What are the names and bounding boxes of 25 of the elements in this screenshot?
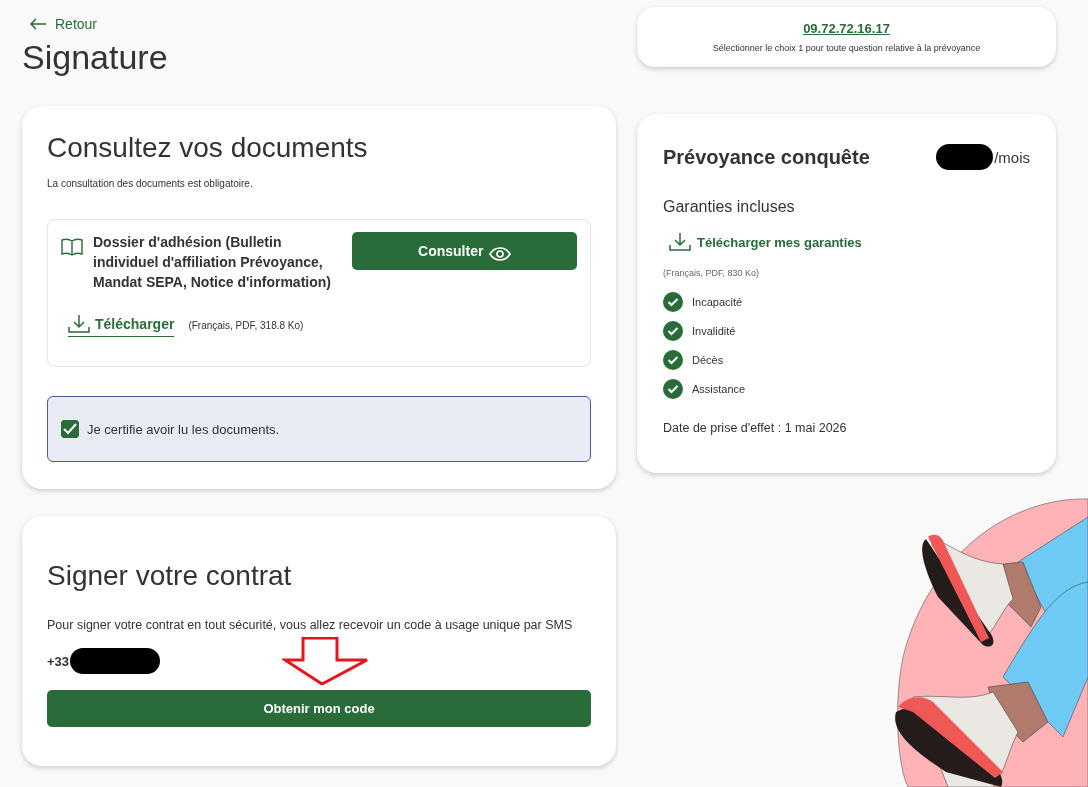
phone-link[interactable]: 09.72.72.16.17 [803,21,890,36]
card-title: Signer votre contrat [47,560,293,592]
document-name: Dossier d'adhésion (Bulletin individuel d'affiliation Prévoyance, Mandat SEPA, Notice d'information) [93,233,332,292]
page-title: Signature [22,38,169,77]
back-link[interactable]: Retour [29,16,98,32]
guarantee-item: Assistance [692,383,746,395]
effective-date: Date de prise d'effet : 1 mai 2026 [663,421,848,435]
signing-text: Pour signer votre contrat en tout sécurité, vous allez recevoir un code à usage unique par SMS [47,618,574,632]
file-info: (Français, PDF, 318.8 Ko) [188,320,304,331]
download-link[interactable]: Télécharger [68,314,175,337]
price-unit: /mois [994,148,1030,166]
contact-note: Sélectionner le choix 1 pour toute question relative à la prévoyance [712,43,981,53]
checkbox-label: Je certifie avoir lu les documents. [87,421,280,437]
card-title: Consultez vos documents [47,132,369,164]
guarantee-item: Invalidité [692,325,736,337]
file-info: (Français, PDF, 830 Ko) [663,268,761,278]
consult-button[interactable]: Consulter [352,232,577,270]
guarantees-heading: Garanties incluses [663,198,796,216]
offer-title: Prévoyance conquête [663,145,870,169]
card-subtitle: La consultation des documents est obligatoire. [47,178,254,189]
guarantee-item: Décès [692,354,724,366]
guarantee-item: Incapacité [692,296,743,308]
download-guarantees-link[interactable]: Télécharger mes garanties [669,232,862,252]
get-code-button[interactable]: Obtenir mon code [47,690,591,727]
phone-prefix: +33 [47,653,70,669]
